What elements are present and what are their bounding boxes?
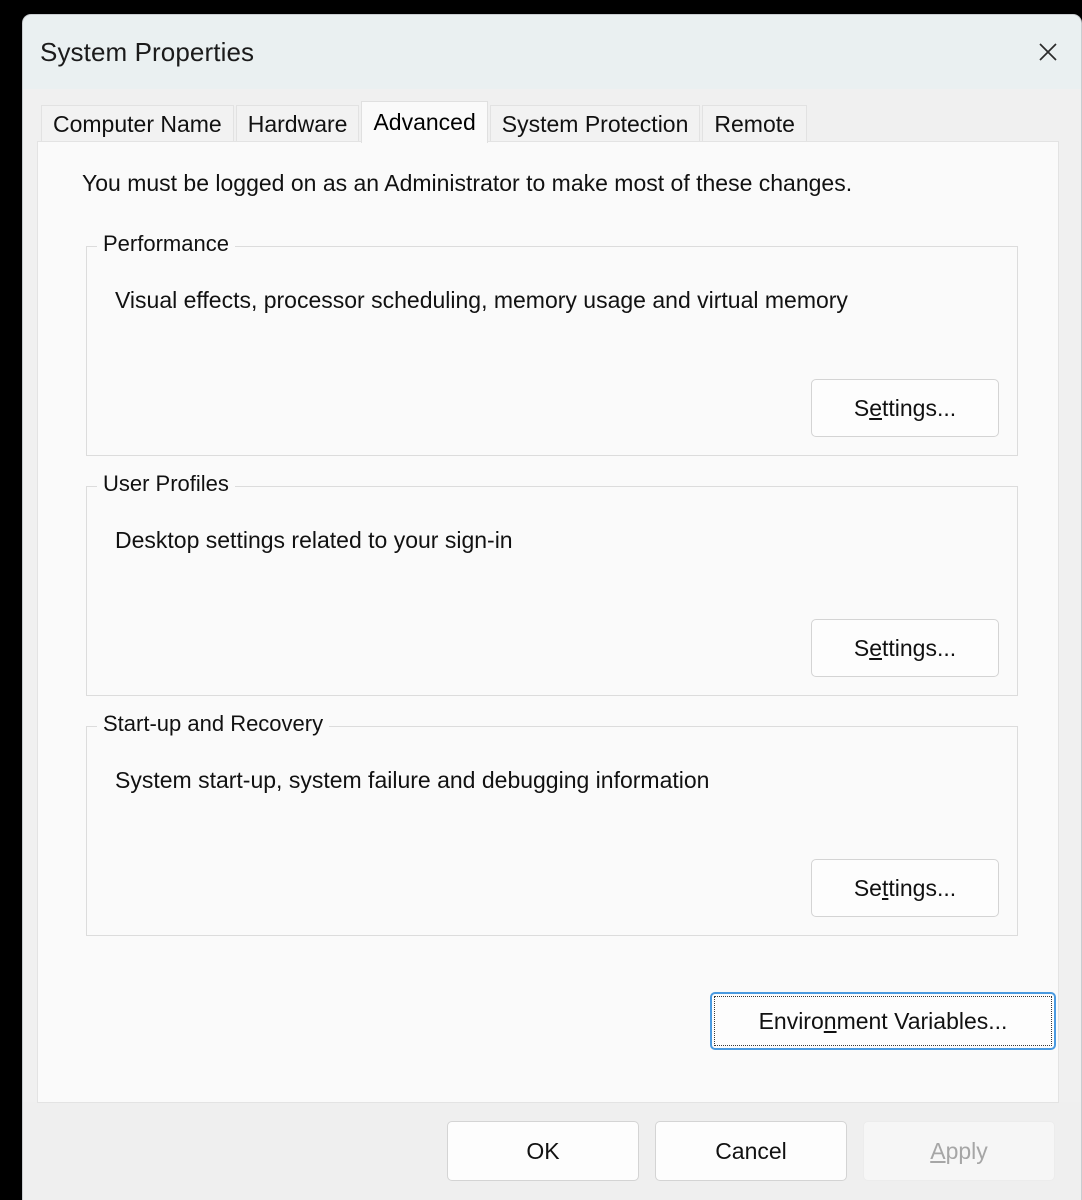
- button-text-after: ttings...: [882, 395, 956, 422]
- button-mnemonic: A: [930, 1138, 945, 1165]
- tab-hardware[interactable]: Hardware: [236, 105, 360, 143]
- startup-recovery-group-label: Start-up and Recovery: [97, 711, 329, 737]
- startup-recovery-settings-button[interactable]: Settings...: [811, 859, 999, 917]
- tab-remote[interactable]: Remote: [702, 105, 807, 143]
- user-profiles-group-label: User Profiles: [97, 471, 235, 497]
- administrator-note: You must be logged on as an Administrato…: [82, 170, 852, 197]
- button-text-after: ttings...: [882, 635, 956, 662]
- user-profiles-settings-button[interactable]: Settings...: [811, 619, 999, 677]
- performance-description: Visual effects, processor scheduling, me…: [115, 287, 848, 314]
- tab-system-protection[interactable]: System Protection: [490, 105, 701, 143]
- button-text-before: OK: [526, 1138, 559, 1165]
- button-text-before: Enviro: [759, 1008, 824, 1035]
- user-profiles-description: Desktop settings related to your sign-in: [115, 527, 513, 554]
- cancel-button[interactable]: Cancel: [655, 1121, 847, 1181]
- window-title: System Properties: [40, 37, 254, 68]
- button-text-before: S: [854, 635, 869, 662]
- performance-group-label: Performance: [97, 231, 235, 257]
- user-profiles-group: User Profiles Desktop settings related t…: [86, 486, 1018, 696]
- button-text-after: tings...: [888, 875, 956, 902]
- button-text-before: Cancel: [715, 1138, 787, 1165]
- button-text-before: S: [854, 395, 869, 422]
- title-bar: System Properties: [23, 15, 1081, 89]
- performance-group: Performance Visual effects, processor sc…: [86, 246, 1018, 456]
- tab-label: Remote: [714, 111, 795, 138]
- environment-variables-button[interactable]: Environment Variables...: [710, 992, 1056, 1050]
- tab-label: System Protection: [502, 111, 689, 138]
- tab-strip: Computer Name Hardware Advanced System P…: [41, 101, 809, 143]
- system-properties-window: System Properties Computer Name Hardware…: [22, 14, 1082, 1200]
- performance-settings-button[interactable]: Settings...: [811, 379, 999, 437]
- button-text-before: Se: [854, 875, 882, 902]
- button-mnemonic: e: [869, 635, 882, 662]
- tab-computer-name[interactable]: Computer Name: [41, 105, 234, 143]
- tab-label: Advanced: [373, 109, 475, 136]
- startup-recovery-description: System start-up, system failure and debu…: [115, 767, 709, 794]
- close-button[interactable]: [1015, 15, 1081, 89]
- tab-label: Hardware: [248, 111, 348, 138]
- apply-button: Apply: [863, 1121, 1055, 1181]
- close-icon: [1036, 40, 1060, 64]
- startup-recovery-group: Start-up and Recovery System start-up, s…: [86, 726, 1018, 936]
- button-mnemonic: n: [824, 1008, 837, 1035]
- button-text-after: ment Variables...: [837, 1008, 1008, 1035]
- button-text-after: pply: [946, 1138, 988, 1165]
- ok-button[interactable]: OK: [447, 1121, 639, 1181]
- button-mnemonic: e: [869, 395, 882, 422]
- environment-variables-label: Environment Variables...: [714, 996, 1052, 1046]
- tab-label: Computer Name: [53, 111, 222, 138]
- advanced-tab-panel: You must be logged on as an Administrato…: [37, 141, 1059, 1103]
- tab-advanced[interactable]: Advanced: [361, 101, 487, 143]
- dialog-footer: OK Cancel Apply: [23, 1102, 1081, 1200]
